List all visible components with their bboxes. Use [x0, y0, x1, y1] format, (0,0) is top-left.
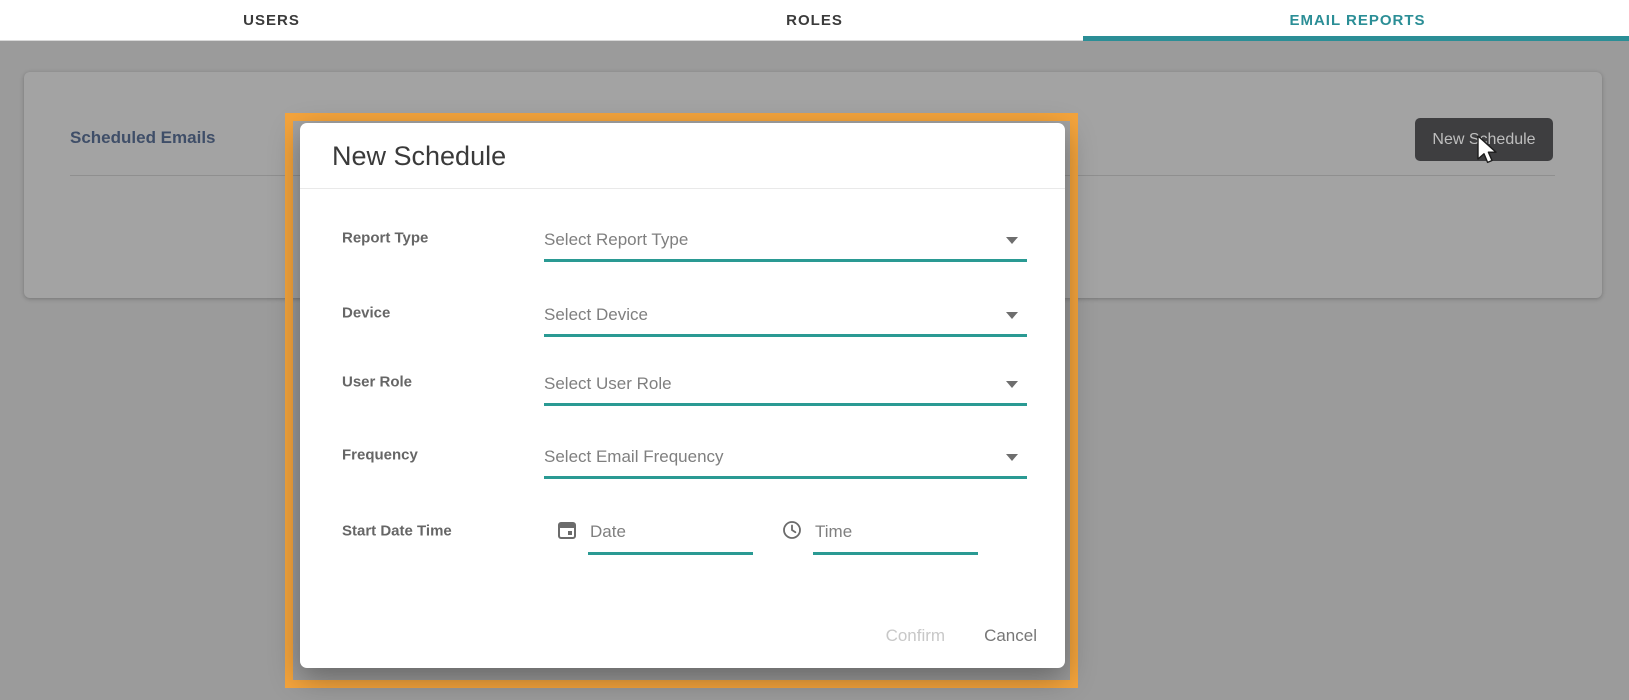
field-underline	[544, 403, 1027, 406]
tab-roles[interactable]: ROLES	[543, 0, 1086, 40]
field-underline	[544, 476, 1027, 479]
calendar-icon	[556, 519, 578, 541]
new-schedule-button[interactable]: New Schedule	[1415, 118, 1553, 161]
time-input[interactable]: Time	[815, 522, 852, 542]
tab-email-reports[interactable]: EMAIL REPORTS	[1086, 0, 1629, 40]
field-underline	[544, 259, 1027, 262]
frequency-label: Frequency	[342, 447, 418, 464]
app-screen: USERS ROLES EMAIL REPORTS Scheduled Emai…	[0, 0, 1629, 700]
user-role-placeholder: Select User Role	[544, 374, 672, 394]
field-underline	[544, 334, 1027, 337]
dialog-actions: Confirm Cancel	[886, 626, 1037, 646]
report-type-placeholder: Select Report Type	[544, 230, 688, 250]
chevron-down-icon	[1006, 312, 1018, 319]
frequency-placeholder: Select Email Frequency	[544, 447, 724, 467]
date-field-underline	[588, 552, 753, 555]
chevron-down-icon	[1006, 454, 1018, 461]
chevron-down-icon	[1006, 237, 1018, 244]
cancel-button[interactable]: Cancel	[984, 626, 1037, 646]
frequency-select[interactable]: Select Email Frequency	[544, 437, 1027, 477]
clock-icon	[781, 519, 803, 541]
new-schedule-dialog: New Schedule Report Type Select Report T…	[300, 123, 1065, 668]
start-date-time-label: Start Date Time	[342, 523, 452, 540]
active-tab-indicator	[1083, 36, 1629, 41]
card-title: Scheduled Emails	[70, 128, 216, 148]
tab-users[interactable]: USERS	[0, 0, 543, 40]
confirm-button[interactable]: Confirm	[886, 626, 946, 646]
date-input[interactable]: Date	[590, 522, 626, 542]
dialog-title-divider	[300, 188, 1065, 189]
device-select[interactable]: Select Device	[544, 295, 1027, 335]
report-type-select[interactable]: Select Report Type	[544, 220, 1027, 260]
top-tab-bar: USERS ROLES EMAIL REPORTS	[0, 0, 1629, 41]
report-type-label: Report Type	[342, 230, 428, 247]
time-field-underline	[813, 552, 978, 555]
dialog-title: New Schedule	[332, 139, 506, 173]
device-placeholder: Select Device	[544, 305, 648, 325]
chevron-down-icon	[1006, 381, 1018, 388]
user-role-select[interactable]: Select User Role	[544, 364, 1027, 404]
device-label: Device	[342, 305, 390, 322]
user-role-label: User Role	[342, 374, 412, 391]
